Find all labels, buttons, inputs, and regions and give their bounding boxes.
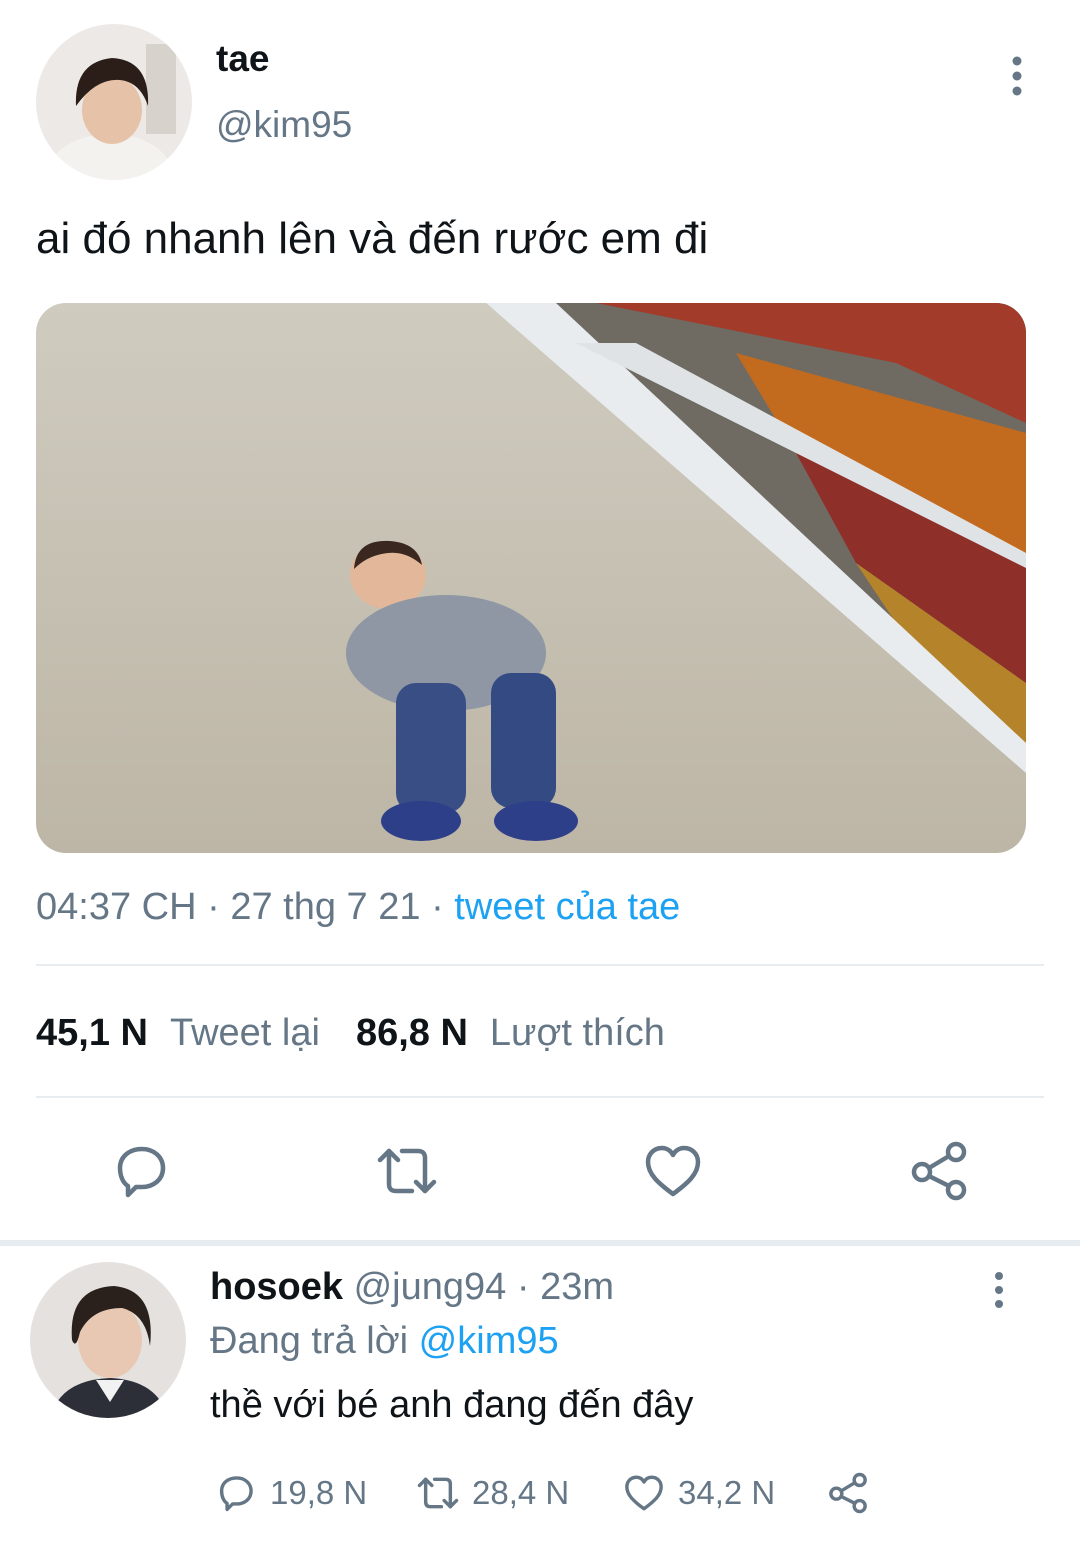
retweet-icon	[417, 1477, 459, 1509]
divider	[0, 1240, 1080, 1246]
like-label[interactable]: Lượt thích	[490, 1012, 665, 1054]
reply-author-handle[interactable]: @jung94	[354, 1266, 507, 1308]
author-avatar[interactable]	[36, 24, 192, 180]
tweet-text: ai đó nhanh lên và đến rước em đi	[36, 214, 709, 263]
tweet-time: 04:37 CH	[36, 886, 197, 928]
tweet-source-link[interactable]: tweet của tae	[454, 886, 680, 928]
retweet-count[interactable]: 45,1 N	[36, 1012, 148, 1054]
like-count[interactable]: 86,8 N	[356, 1012, 468, 1054]
reply-action-share[interactable]	[824, 1466, 882, 1520]
more-options-icon[interactable]	[1000, 54, 1034, 98]
reply-age[interactable]: 23m	[540, 1266, 614, 1308]
reply-action-like[interactable]: 34,2 N	[620, 1466, 775, 1520]
reply-icon	[219, 1476, 253, 1512]
reply-text: thề với bé anh đang đến đây	[210, 1384, 694, 1426]
reply-like-count: 34,2 N	[678, 1474, 776, 1511]
author-display-name[interactable]: tae	[216, 38, 269, 80]
tweet-meta: 04:37 CH · 27 thg 7 21 · tweet của tae	[36, 886, 681, 928]
replying-to-label: Đang trả lời	[210, 1320, 409, 1362]
reply-retweet-count: 28,4 N	[472, 1474, 570, 1511]
share-icon[interactable]	[904, 1136, 974, 1206]
reply-icon[interactable]	[106, 1136, 176, 1206]
divider	[36, 964, 1044, 966]
tweet-stats: 45,1 N Tweet lại 86,8 N Lượt thích	[36, 1012, 701, 1055]
replying-to: Đang trả lời @kim95	[210, 1320, 559, 1363]
heart-icon[interactable]	[638, 1136, 708, 1206]
divider	[36, 1096, 1044, 1098]
retweet-icon[interactable]	[372, 1136, 442, 1206]
reply-action-retweet[interactable]: 28,4 N	[414, 1466, 569, 1520]
reply-action-reply[interactable]: 19,8 N	[212, 1466, 367, 1520]
reply-author-display-name[interactable]: hosoek	[210, 1266, 343, 1308]
share-icon	[829, 1472, 867, 1514]
replying-to-handle[interactable]: @kim95	[419, 1320, 559, 1362]
tweet-date: 27 thg 7 21	[230, 886, 421, 928]
reply-reply-count: 19,8 N	[270, 1474, 368, 1511]
tweet-media-image[interactable]	[36, 303, 1026, 853]
author-handle[interactable]: @kim95	[216, 104, 352, 146]
reply-header: hosoek @jung94 · 23m	[210, 1266, 614, 1308]
retweet-label[interactable]: Tweet lại	[170, 1012, 320, 1054]
heart-icon	[625, 1475, 663, 1511]
reply-author-avatar[interactable]	[30, 1262, 186, 1418]
more-options-icon[interactable]	[984, 1270, 1014, 1310]
